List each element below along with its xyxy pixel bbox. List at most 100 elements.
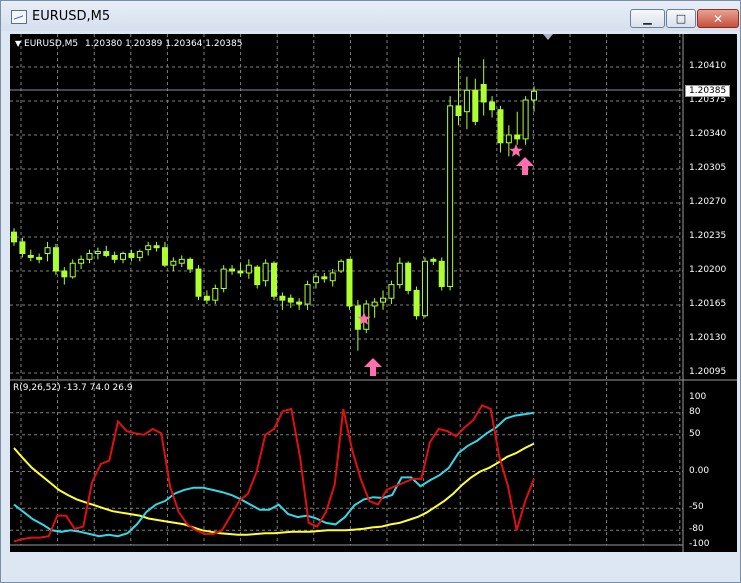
candle-body	[455, 105, 462, 117]
shift-end-marker-icon[interactable]	[543, 34, 553, 40]
symbol-label: EURUSD,M5	[24, 39, 79, 49]
candle-body	[145, 245, 152, 251]
window-bottom-edge	[10, 552, 737, 580]
candle-body	[338, 260, 345, 272]
arrow-up-icon	[516, 157, 534, 175]
price-axis-label: 1.20340	[689, 129, 727, 139]
chart-window-icon	[11, 10, 27, 24]
candle-body	[237, 270, 244, 274]
price-axis-label: 1.20235	[689, 231, 727, 241]
price-axis-label: 1.20130	[689, 333, 727, 343]
candle-body	[287, 297, 294, 303]
candle-body	[220, 268, 227, 289]
chart-window: EURUSD,M5 ▁ □ ✕ ▼ EURUSD,M5 1.20380 1.20…	[0, 0, 741, 583]
candle-body	[170, 260, 177, 266]
indicator-axis-label: -100	[689, 539, 710, 549]
candle-body	[61, 270, 68, 278]
indicator-axis-label: 50	[689, 428, 701, 439]
indicator-header: R(9,26,52) -13.7 74.0 26.9	[13, 383, 133, 393]
minimize-button[interactable]: ▁	[630, 9, 665, 28]
indicator-axis-label: -80	[689, 524, 704, 535]
candle-body	[321, 276, 328, 280]
window-title: EURUSD,M5	[32, 9, 111, 24]
candle-body	[262, 262, 269, 282]
candle-body	[229, 268, 236, 272]
candle-body	[136, 251, 143, 258]
candle-body	[254, 266, 261, 286]
candle-body	[11, 231, 17, 243]
candle-body	[271, 262, 277, 297]
candle-body	[438, 260, 445, 288]
price-axis-label: 1.20165	[689, 299, 727, 309]
ohlc-values: 1.20380 1.20389 1.20364 1.20385	[85, 39, 243, 49]
candle-body	[111, 254, 118, 260]
candle-body	[346, 258, 353, 307]
candle-body	[19, 241, 26, 255]
candle-body	[480, 83, 487, 103]
candle-body	[312, 276, 319, 284]
candle-body	[396, 262, 403, 286]
candle-body	[128, 253, 135, 258]
main-pane-header: ▼ EURUSD,M5 1.20380 1.20389 1.20364 1.20…	[15, 39, 242, 49]
title-bar[interactable]: EURUSD,M5 ▁ □ ✕	[1, 1, 740, 31]
candle-body	[388, 284, 395, 299]
maximize-button[interactable]: □	[666, 9, 696, 28]
indicator-axis-label: 100	[689, 392, 707, 402]
candle-body	[195, 268, 202, 297]
close-icon: ✕	[712, 11, 724, 26]
candle-body	[161, 247, 168, 266]
candle-body	[514, 134, 521, 140]
indicator-axis-label: -50	[689, 502, 704, 513]
chart-area[interactable]: ▼ EURUSD,M5 1.20380 1.20389 1.20364 1.20…	[10, 34, 737, 566]
price-axis-label: 1.20200	[689, 265, 727, 275]
candle-body	[203, 295, 210, 301]
price-axis-label: 1.20095	[689, 367, 727, 377]
candle-body	[505, 134, 512, 144]
candle-body	[380, 297, 387, 303]
candle-body	[304, 284, 311, 305]
candle-body	[371, 301, 378, 307]
candle-body	[472, 89, 479, 122]
minimize-icon: ▁	[643, 12, 652, 25]
candle-body	[245, 264, 252, 274]
candle-body	[27, 254, 34, 258]
indicator-line-fast	[13, 404, 535, 543]
candle-body	[212, 287, 219, 301]
current-price-marker: 1.20385	[685, 85, 731, 97]
candle-body	[405, 262, 412, 291]
candle-body	[489, 101, 496, 111]
price-axis-label: 1.20270	[689, 197, 727, 207]
candle-body	[36, 256, 43, 260]
star-icon	[509, 144, 523, 157]
candle-body	[69, 262, 76, 278]
candle-body	[463, 89, 470, 113]
candle-body	[86, 253, 93, 260]
close-button[interactable]: ✕	[697, 9, 739, 28]
indicator-axis-label: 80	[689, 406, 701, 417]
indicator-line-mid	[13, 411, 535, 538]
candle-body	[413, 289, 420, 317]
candle-body	[94, 251, 101, 255]
candle-body	[279, 295, 286, 301]
candle-body	[329, 272, 336, 282]
candle-body	[78, 258, 85, 264]
candle-body	[187, 258, 194, 270]
price-axis-label: 1.20305	[689, 163, 727, 173]
candle-body	[52, 247, 59, 272]
candle-body	[522, 99, 529, 140]
candle-body	[103, 251, 110, 256]
candle-body	[178, 258, 185, 264]
price-axis-label: 1.20410	[689, 61, 727, 71]
candle-body	[120, 253, 127, 260]
chart-canvas[interactable]	[10, 34, 737, 552]
candle-body	[296, 301, 303, 305]
candle-body	[497, 109, 504, 144]
candle-body	[447, 105, 454, 288]
candle-body	[430, 258, 437, 262]
indicator-axis-label: 0.00	[689, 465, 710, 476]
dropdown-triangle-icon[interactable]: ▼	[15, 39, 21, 48]
candle-body	[421, 260, 428, 317]
candle-body	[153, 245, 160, 249]
candle-body	[531, 90, 537, 101]
candle-body	[44, 247, 51, 255]
